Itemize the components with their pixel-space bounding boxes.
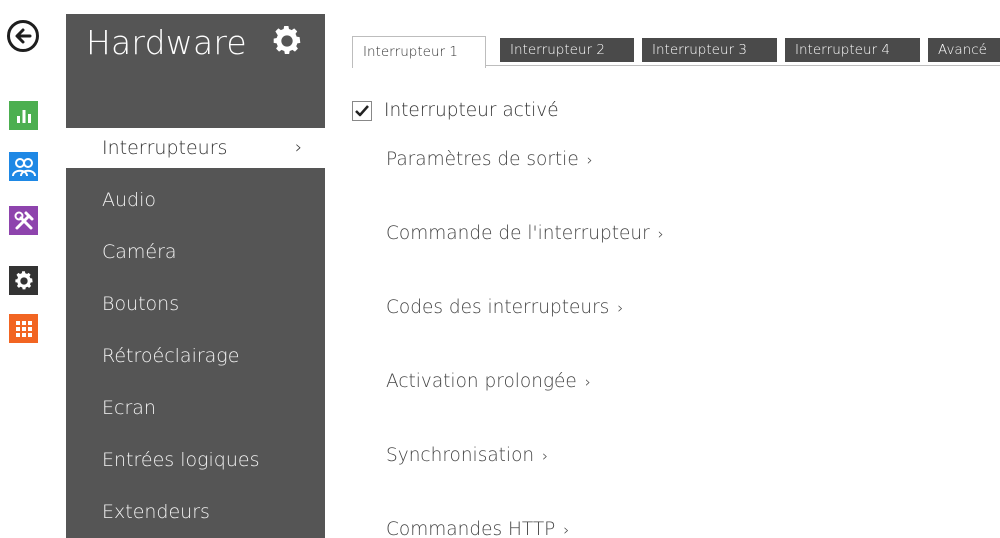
sidebar-item-label: Audio — [102, 189, 157, 211]
chevron-right-icon: › — [295, 137, 303, 158]
status-chart-icon[interactable] — [9, 101, 38, 130]
sidebar-item-label: Boutons — [102, 293, 180, 315]
system-grid-icon[interactable] — [9, 314, 38, 343]
chevron-right-icon: › — [563, 521, 570, 538]
sidebar-item-camera[interactable]: Caméra — [66, 232, 325, 272]
switch-enabled-label: Interrupteur activé — [384, 100, 559, 121]
sidebar-title: Hardware — [86, 23, 247, 62]
checkmark-icon — [355, 104, 369, 116]
switch-enabled-checkbox[interactable] — [352, 100, 372, 121]
sidebar-item-label: Ecran — [102, 397, 156, 419]
section-synchronisation[interactable]: Synchronisation › — [386, 445, 548, 466]
sidebar-item-label: Rétroéclairage — [102, 345, 240, 367]
sidebar-item-boutons[interactable]: Boutons — [66, 284, 325, 324]
sidebar-item-retroeclairage[interactable]: Rétroéclairage — [66, 336, 325, 376]
tab-interrupteur-1[interactable]: Interrupteur 1 — [352, 36, 486, 68]
section-activation-prolongee[interactable]: Activation prolongée › — [386, 371, 591, 392]
sidebar-item-label: Caméra — [102, 241, 177, 263]
settings-gear-icon — [270, 24, 304, 58]
tab-interrupteur-4[interactable]: Interrupteur 4 — [785, 38, 920, 62]
sidebar-item-audio[interactable]: Audio — [66, 180, 325, 220]
sidebar-item-ecran[interactable]: Ecran — [66, 388, 325, 428]
chevron-right-icon: › — [586, 151, 593, 169]
section-commandes-http[interactable]: Commandes HTTP › — [386, 519, 569, 538]
back-arrow-icon[interactable] — [7, 20, 39, 52]
hardware-gear-icon[interactable] — [9, 266, 38, 295]
tab-interrupteur-3[interactable]: Interrupteur 3 — [642, 38, 777, 62]
sidebar-item-label: Interrupteurs — [102, 137, 228, 159]
sidebar-item-interrupteurs[interactable]: Interrupteurs › — [66, 128, 325, 168]
sidebar-item-label: Entrées logiques — [102, 449, 260, 471]
chevron-right-icon: › — [657, 225, 664, 243]
chevron-right-icon: › — [542, 447, 549, 465]
icon-rail — [0, 0, 44, 538]
switch-enabled-row: Interrupteur activé — [352, 100, 559, 121]
section-commande-interrupteur[interactable]: Commande de l'interrupteur › — [386, 223, 664, 244]
chevron-right-icon: › — [584, 373, 591, 391]
sidebar-item-label: Extendeurs — [102, 501, 210, 523]
tab-avance[interactable]: Avancé — [928, 38, 1000, 62]
sidebar-item-entrees-logiques[interactable]: Entrées logiques — [66, 440, 325, 480]
hardware-sidebar: Hardware Interrupteurs › Audio Caméra Bo… — [66, 14, 325, 538]
sidebar-item-extendeurs[interactable]: Extendeurs — [66, 492, 325, 532]
services-tools-icon[interactable] — [9, 206, 38, 235]
section-codes-interrupteurs[interactable]: Codes des interrupteurs › — [386, 297, 623, 318]
section-parametres-de-sortie[interactable]: Paramètres de sortie › — [386, 149, 593, 170]
chevron-right-icon: › — [617, 299, 624, 317]
tab-interrupteur-2[interactable]: Interrupteur 2 — [500, 38, 634, 62]
directory-users-icon[interactable] — [9, 152, 38, 181]
